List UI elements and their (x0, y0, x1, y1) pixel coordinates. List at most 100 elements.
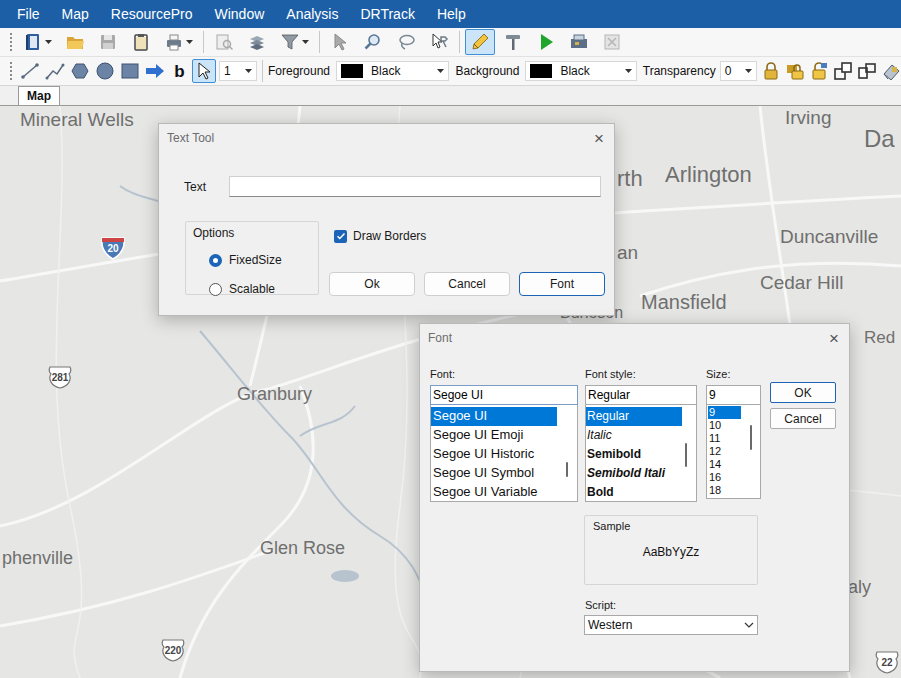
close-button[interactable]: × (829, 330, 839, 347)
toolbar-button[interactable] (126, 29, 156, 55)
style-list-item[interactable]: Italic (586, 426, 682, 445)
dialog-button[interactable]: OK (770, 382, 836, 403)
font-list-item[interactable]: Segoe UI Historic (431, 445, 557, 464)
zoom-icon (363, 32, 383, 52)
menu-item[interactable]: DRTrack (360, 4, 414, 25)
dialog-title-bar[interactable]: Text Tool× (159, 124, 614, 152)
close-button[interactable]: × (594, 130, 604, 147)
toolbar-button[interactable] (325, 29, 355, 55)
size-list-item[interactable]: 14 (708, 458, 741, 471)
script-select[interactable]: Western (584, 615, 758, 635)
style-list-item[interactable]: Bold (586, 483, 682, 502)
scrollbar-thumb[interactable] (685, 443, 687, 467)
layer-tool-button[interactable] (833, 61, 853, 81)
shape-tool[interactable] (68, 59, 92, 83)
font-list[interactable]: Segoe UISegoe UI EmojiSegoe UI HistoricS… (430, 405, 578, 502)
font-list-item[interactable]: Segoe UI Variable (431, 483, 557, 502)
radio-option[interactable]: FixedSize (209, 251, 318, 269)
radio-circle[interactable] (209, 283, 222, 296)
polyline-icon (45, 61, 65, 81)
size-list-item[interactable]: 9 (708, 406, 741, 419)
shape-tool[interactable] (118, 59, 142, 83)
toolbar-button[interactable] (424, 29, 454, 55)
tab-strip: Map (0, 86, 901, 106)
transparency-combo[interactable]: 0 (720, 61, 757, 81)
menu-item[interactable]: File (17, 4, 40, 25)
toolbar-button[interactable] (564, 29, 594, 55)
shape-tool[interactable] (43, 59, 67, 83)
toolbar-button[interactable] (159, 29, 198, 55)
expand-icon (857, 61, 877, 81)
menu-item[interactable]: ResourcePro (111, 4, 193, 25)
size-list-item[interactable]: 10 (708, 419, 741, 432)
toolbar-button[interactable] (597, 29, 627, 55)
toolbar-button[interactable] (242, 29, 272, 55)
background-combo[interactable]: Black (525, 61, 636, 81)
toolbar-grip[interactable] (10, 33, 12, 51)
text-input[interactable] (229, 176, 601, 197)
style-list-item[interactable]: Semibold Itali (586, 464, 682, 483)
toolbar-button[interactable] (358, 29, 388, 55)
shape-tool[interactable] (192, 59, 216, 83)
toolbar-button[interactable] (531, 29, 561, 55)
layer-tool-button[interactable] (809, 61, 829, 81)
toolbar-button[interactable] (465, 29, 495, 55)
size-list-item[interactable]: 11 (708, 432, 741, 445)
dialog-button[interactable]: Cancel (770, 408, 836, 429)
size-list-item[interactable]: 16 (708, 471, 741, 484)
dialog-title-bar[interactable]: Font× (420, 324, 849, 352)
dialog-button[interactable]: Cancel (424, 272, 510, 296)
shape-tool[interactable] (93, 59, 117, 83)
text-label: Text (184, 178, 229, 196)
map-label: Red (864, 329, 895, 346)
toolbar-grip[interactable] (10, 62, 12, 80)
style-input[interactable]: Regular (585, 385, 697, 405)
style-list[interactable]: RegularItalicSemiboldSemibold ItaliBold (585, 405, 697, 502)
style-list-item[interactable]: Regular (586, 407, 682, 426)
route-shield: 220 (160, 638, 186, 662)
toolbar-button[interactable] (391, 29, 421, 55)
dialog-button[interactable]: Font (519, 272, 605, 296)
size-list[interactable]: 9101112141618 (706, 405, 761, 499)
menu-item[interactable]: Analysis (286, 4, 338, 25)
menu-item[interactable]: Window (215, 4, 265, 25)
toolbar-button[interactable] (18, 29, 57, 55)
toolbar-button[interactable] (209, 29, 239, 55)
scrollbar-thumb[interactable] (750, 425, 752, 450)
font-list-item[interactable]: Segoe UI Symbol (431, 464, 557, 483)
toolbar-button[interactable] (498, 29, 528, 55)
preview-icon (214, 32, 234, 52)
size-input[interactable]: 9 (706, 385, 761, 405)
font-list-item[interactable]: Segoe UI Emoji (431, 426, 557, 445)
shape-tool[interactable] (18, 59, 42, 83)
shape-tool[interactable] (143, 59, 167, 83)
dialog-button[interactable]: Ok (329, 272, 415, 296)
menu-item[interactable]: Help (437, 4, 466, 25)
toolbar-button[interactable] (93, 29, 123, 55)
size-list-item[interactable]: 18 (708, 484, 741, 497)
checkbox-box[interactable] (334, 230, 347, 243)
shape-tool[interactable]: b (168, 59, 191, 83)
style-list-item[interactable]: Semibold (586, 445, 682, 464)
layer-tool-button[interactable] (857, 61, 877, 81)
toolbar-button[interactable] (60, 29, 90, 55)
font-input[interactable]: Segoe UI (430, 385, 578, 405)
radio-option[interactable]: Scalable (209, 280, 318, 298)
layer-tool-button[interactable] (761, 61, 781, 81)
draw-borders-checkbox[interactable]: Draw Borders (329, 227, 605, 245)
layer-tool-button[interactable] (881, 61, 901, 81)
toolbar-separator (319, 31, 320, 53)
size-list-item[interactable]: 12 (708, 445, 741, 458)
tab[interactable]: Map (18, 86, 60, 105)
font-list-item[interactable]: Segoe UI (431, 407, 557, 426)
line-width-combo[interactable]: 1 (219, 61, 257, 81)
layer-tool-button[interactable] (785, 61, 805, 81)
scrollbar-thumb[interactable] (566, 462, 568, 477)
radio-circle[interactable] (209, 254, 222, 267)
toolbar-separator (262, 60, 263, 82)
menu-item[interactable]: Map (62, 4, 89, 25)
toolbar-separator (203, 31, 204, 53)
map-label: rth (617, 168, 643, 190)
toolbar-button[interactable] (275, 29, 314, 55)
foreground-combo[interactable]: Black (336, 61, 449, 81)
